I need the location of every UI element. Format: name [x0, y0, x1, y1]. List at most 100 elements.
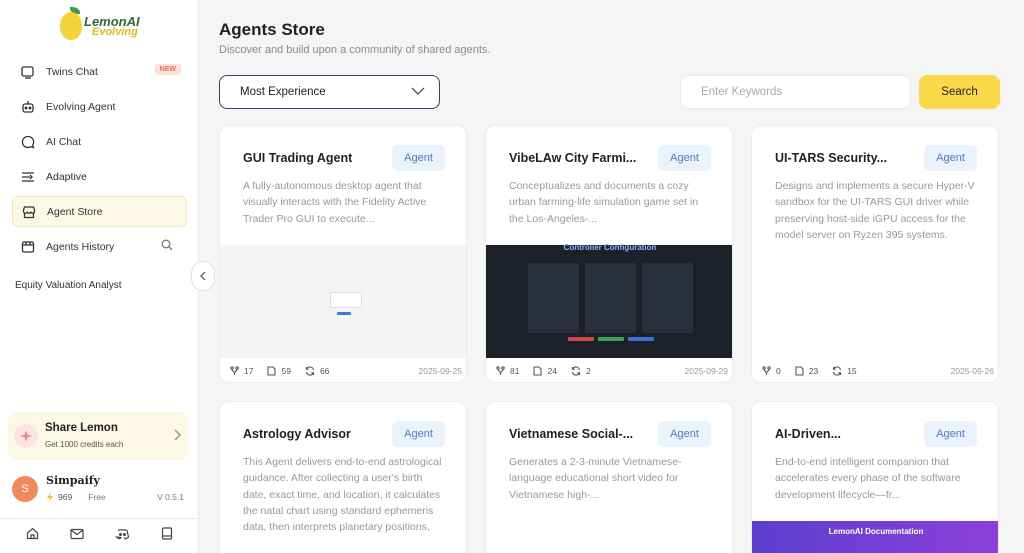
- search-input[interactable]: [680, 75, 911, 109]
- page-subtitle: Discover and build upon a community of s…: [219, 44, 491, 56]
- agent-badge: Agent: [924, 145, 977, 171]
- agent-card-vibelaw-city[interactable]: VibeLAw City Farmi... Agent Conceptualiz…: [485, 125, 733, 383]
- search-icon[interactable]: [161, 239, 173, 254]
- runs-stat: 66: [305, 366, 329, 376]
- files-stat: 59: [267, 366, 291, 376]
- agent-thumbnail: Controller Configuration: [486, 243, 732, 358]
- agent-description: This Agent delivers end-to-end astrologi…: [243, 456, 442, 534]
- chevron-right-icon: [172, 428, 182, 447]
- user-name: Simpaify: [46, 474, 100, 487]
- agent-badge: Agent: [392, 421, 445, 447]
- sidebar-item-label: Agent Store: [47, 205, 103, 218]
- twins-chat-icon: [20, 64, 36, 80]
- chevron-down-icon: [411, 87, 425, 99]
- sidebar-nav: Twins Chat NEW Evolving Agent AI Chat Ad…: [12, 56, 187, 266]
- agent-stats: 17 59 66 2025-09-25: [220, 358, 466, 382]
- agent-name: GUI Trading Agent: [243, 151, 353, 165]
- agent-card-vietnamese-social[interactable]: Vietnamese Social-... Agent Generates a …: [485, 401, 733, 553]
- agent-badge: Agent: [924, 421, 977, 447]
- agent-description: Conceptualizes and documents a cozy urba…: [509, 180, 699, 225]
- sidebar-item-adaptive[interactable]: Adaptive: [12, 161, 187, 192]
- sidebar-item-agents-history[interactable]: Agents History: [12, 231, 187, 262]
- agent-card-astrology-advisor[interactable]: Astrology Advisor Agent This Agent deliv…: [219, 401, 467, 553]
- file-icon: [267, 366, 277, 376]
- agent-date: 2025-09-26: [950, 366, 994, 376]
- sparkle-icon: [14, 424, 38, 448]
- sidebar-item-evolving-agent[interactable]: Evolving Agent: [12, 91, 187, 122]
- collapse-sidebar-button[interactable]: [191, 261, 215, 291]
- history-icon: [20, 239, 36, 255]
- files-stat: 24: [533, 366, 557, 376]
- agent-description: Generates a 2-3-minute Vietnamese-langua…: [509, 456, 682, 501]
- agent-name: VibeLAw City Farmi...: [509, 151, 637, 165]
- runs-stat: 2: [571, 366, 591, 376]
- agent-card-ui-tars-security[interactable]: UI-TARS Security... Agent Designs and im…: [751, 125, 999, 383]
- sidebar-item-label: Twins Chat: [46, 65, 98, 78]
- agent-date: 2025-09-25: [418, 366, 462, 376]
- forks-stat: 17: [230, 366, 253, 376]
- page-title: Agents Store: [219, 20, 325, 39]
- thumbnail-title: LemonAI Documentation: [828, 527, 924, 536]
- sidebar-item-agent-store[interactable]: Agent Store: [12, 196, 187, 227]
- sidebar-item-label: Agents History: [46, 240, 115, 253]
- agent-badge: Agent: [392, 145, 445, 171]
- avatar: S: [12, 476, 38, 502]
- share-title: Share Lemon: [45, 422, 118, 434]
- agent-name: UI-TARS Security...: [775, 151, 888, 165]
- search-button[interactable]: Search: [919, 75, 1000, 109]
- agent-name: Astrology Advisor: [243, 427, 351, 441]
- thumbnail-title: Controller Configuration: [563, 243, 657, 252]
- sidebar-item-label: Adaptive: [46, 170, 87, 183]
- agent-thumbnail: [220, 245, 466, 358]
- robot-icon: [20, 99, 36, 115]
- mail-icon[interactable]: [70, 527, 84, 545]
- agent-name: Vietnamese Social-...: [509, 427, 634, 441]
- refresh-icon: [571, 366, 580, 376]
- lemon-icon: [60, 12, 82, 40]
- refresh-icon: [305, 366, 314, 376]
- agent-badge: Agent: [658, 145, 711, 171]
- home-icon[interactable]: [26, 527, 39, 545]
- fork-icon: [230, 366, 239, 375]
- new-badge: NEW: [154, 64, 181, 75]
- sort-select[interactable]: Most Experience: [219, 75, 440, 109]
- runs-stat: 15: [832, 366, 857, 376]
- lightning-icon: [47, 492, 53, 502]
- files-stat: 23: [795, 366, 818, 376]
- store-icon: [21, 204, 37, 220]
- chat-bubble-icon: [20, 134, 36, 150]
- fork-icon: [496, 366, 505, 375]
- forks-stat: 81: [496, 366, 519, 376]
- agent-thumbnail: LemonAI Documentation: [752, 521, 998, 553]
- agent-card-ai-driven[interactable]: AI-Driven... Agent End-to-end intelligen…: [751, 401, 999, 553]
- sidebar-item-twins-chat[interactable]: Twins Chat NEW: [12, 56, 187, 87]
- sidebar: LemonAI Evolving Twins Chat NEW Evolving…: [0, 0, 199, 553]
- discord-icon[interactable]: [114, 527, 130, 545]
- sidebar-item-label: AI Chat: [46, 135, 82, 148]
- sidebar-item-ai-chat[interactable]: AI Chat: [12, 126, 187, 157]
- version-label: V 0.5.1: [157, 492, 184, 502]
- chevron-left-icon: [200, 271, 206, 281]
- sidebar-bottom-bar: [0, 518, 199, 553]
- main-content: Agents Store Discover and build upon a c…: [199, 0, 1024, 553]
- fork-icon: [762, 366, 771, 375]
- adaptive-icon: [20, 169, 36, 185]
- book-icon[interactable]: [161, 527, 173, 545]
- agent-stats: 0 23 15 2025-09-26: [752, 358, 998, 382]
- file-icon: [795, 366, 804, 376]
- plan-label: Free: [88, 492, 106, 502]
- file-icon: [533, 366, 543, 376]
- credits-value: 969: [58, 492, 73, 502]
- share-lemon-card[interactable]: Share Lemon Get 1000 credits each: [8, 412, 188, 460]
- brand-logo[interactable]: LemonAI Evolving: [58, 6, 148, 42]
- user-credits: 969 Free: [46, 492, 106, 502]
- recent-agent-item[interactable]: Equity Valuation Analyst: [15, 280, 122, 291]
- share-subtitle: Get 1000 credits each: [45, 440, 124, 449]
- sidebar-item-label: Evolving Agent: [46, 100, 116, 113]
- agent-name: AI-Driven...: [775, 427, 841, 441]
- agent-card-gui-trading[interactable]: GUI Trading Agent Agent A fully-autonomo…: [219, 125, 467, 383]
- agent-date: 2025-09-29: [684, 366, 728, 376]
- agent-description: End-to-end intelligent companion that ac…: [775, 456, 961, 501]
- refresh-icon: [833, 366, 842, 376]
- user-profile[interactable]: S Simpaify 969 Free V 0.5.1: [10, 474, 190, 510]
